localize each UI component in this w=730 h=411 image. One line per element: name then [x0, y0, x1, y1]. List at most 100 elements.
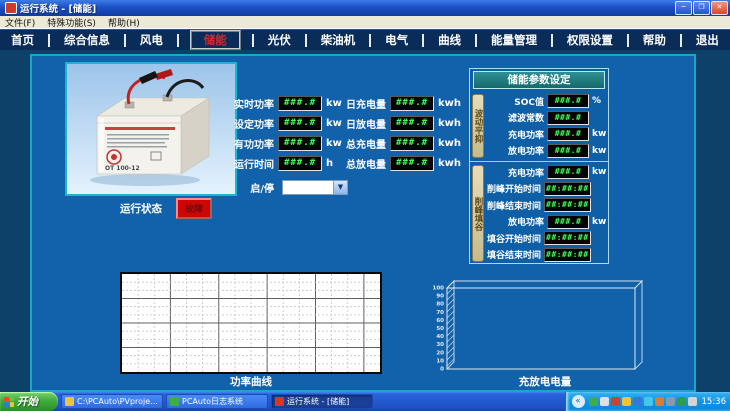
nav-item-storage[interactable]: 储能 [190, 30, 241, 50]
nav-item-pv[interactable]: 光伏 [265, 31, 294, 49]
tray-icon[interactable] [688, 397, 697, 406]
status-row: 运行状态 故障 [90, 198, 212, 219]
nav-separator [422, 34, 424, 47]
setting-charge-power-1[interactable]: ###.# [547, 127, 589, 141]
close-button[interactable]: ✕ [711, 1, 728, 15]
nav-separator [475, 34, 477, 47]
nav-item-curves[interactable]: 曲线 [435, 31, 464, 49]
tray-icon[interactable] [600, 397, 609, 406]
taskbar-task-log-system[interactable]: PCAuto日志系统 [166, 394, 268, 409]
menu-bar: 文件(F) 特殊功能(S) 帮助(H) [0, 16, 730, 29]
start-stop-combobox[interactable]: ▼ [282, 180, 348, 195]
metric-label: 实时功率 [200, 96, 274, 111]
status-lamp: 故障 [176, 198, 212, 219]
system-tray: « 15:36 [565, 392, 730, 411]
nav-item-electrical[interactable]: 电气 [382, 31, 411, 49]
metric-label: 有功功率 [200, 136, 274, 151]
metrics-energy-column: 日充电量 ###.# kwh 日放电量 ###.# kwh 总充电量 ###.#… [328, 96, 461, 171]
minimize-button[interactable]: ─ [675, 1, 692, 15]
metric-unit: kwh [438, 158, 461, 169]
setting-peak-end-time[interactable]: ##:##:## [544, 198, 591, 212]
display-daily-charge: ###.# [390, 96, 434, 111]
setting-soc[interactable]: ###.# [547, 94, 589, 108]
metric-row: 日充电量 ###.# kwh [328, 96, 461, 111]
svg-text:90: 90 [436, 294, 444, 300]
tray-icon[interactable] [622, 397, 631, 406]
setting-row: 放电功率 ###.# kw [487, 143, 606, 160]
tray-icon[interactable] [589, 397, 598, 406]
setting-unit: kw [592, 146, 606, 156]
desktop: 运行系统 - [储能] ─ ❐ ✕ 文件(F) 特殊功能(S) 帮助(H) 首页… [0, 0, 730, 411]
menu-file[interactable]: 文件(F) [5, 16, 35, 29]
folder-icon [65, 397, 74, 406]
tray-icon[interactable] [677, 397, 686, 406]
tray-icon[interactable] [655, 397, 664, 406]
setting-discharge-power-1[interactable]: ###.# [547, 144, 589, 158]
display-total-charge: ###.# [390, 136, 434, 151]
setting-label: SOC值 [487, 95, 544, 108]
nav-item-energy-mgmt[interactable]: 能量管理 [488, 31, 540, 49]
nav-item-overview[interactable]: 综合信息 [61, 31, 113, 49]
svg-text:50: 50 [436, 326, 444, 332]
taskbar-clock[interactable]: 15:36 [702, 397, 727, 407]
setting-discharge-power-2[interactable]: ###.# [547, 215, 589, 229]
nav-item-home[interactable]: 首页 [8, 31, 37, 49]
setting-label: 放电功率 [487, 215, 544, 228]
nav-separator [305, 34, 307, 47]
nav-item-wind[interactable]: 风电 [137, 31, 166, 49]
tray-icon[interactable] [666, 397, 675, 406]
tray-collapse-icon[interactable]: « [572, 395, 585, 408]
nav-separator [627, 34, 629, 47]
menu-special-functions[interactable]: 特殊功能(S) [47, 16, 96, 29]
nav-separator [369, 34, 371, 47]
svg-text:60: 60 [436, 318, 444, 324]
setting-unit: kw [592, 217, 606, 227]
metric-label: 日充电量 [328, 96, 386, 111]
chevron-down-icon[interactable]: ▼ [333, 181, 347, 194]
nav-item-exit[interactable]: 退出 [693, 31, 722, 49]
display-run-time: ###.# [278, 156, 322, 171]
nav-item-permissions[interactable]: 权限设置 [564, 31, 616, 49]
start-button[interactable]: 开始 [0, 392, 58, 411]
metric-label: 日放电量 [328, 116, 386, 131]
metric-row: 设定功率 ###.# kw [200, 116, 342, 131]
energy-bar-chart: 100 90 80 70 60 50 40 30 20 10 0 [430, 278, 660, 373]
storage-settings-panel: 储能参数设定 波动平抑 SOC值 ###.# % 滤波常数 ###.# 充电功率 [469, 68, 609, 264]
log-app-icon [170, 397, 179, 406]
nav-separator [124, 34, 126, 47]
metric-label: 运行时间 [200, 156, 274, 171]
tray-icon[interactable] [633, 397, 642, 406]
nav-separator [177, 34, 179, 47]
setting-filter-constant[interactable]: ###.# [547, 111, 589, 125]
taskbar-task-runtime-system[interactable]: 运行系统 - [储能] [271, 394, 373, 409]
display-realtime-power: ###.# [278, 96, 322, 111]
setting-label: 滤波常数 [487, 111, 544, 124]
setting-valley-end-time[interactable]: ##:##:## [544, 248, 591, 262]
nav-item-diesel[interactable]: 柴油机 [318, 31, 359, 49]
window-titlebar: 运行系统 - [储能] ─ ❐ ✕ [0, 0, 730, 16]
menu-help[interactable]: 帮助(H) [108, 16, 140, 29]
tray-icon[interactable] [611, 397, 620, 406]
nav-separator [680, 34, 682, 47]
axis-wall-hatching [447, 287, 454, 366]
taskbar-task-folder[interactable]: C:\PCAuto\PVproje... [61, 394, 163, 409]
windows-logo-icon [4, 397, 14, 407]
svg-text:40: 40 [436, 334, 444, 340]
battery-model-text: OT 100-12 [105, 165, 140, 172]
tray-icon[interactable] [644, 397, 653, 406]
metric-label: 设定功率 [200, 116, 274, 131]
setting-label: 填谷开始时间 [487, 232, 541, 245]
nav-item-help[interactable]: 帮助 [640, 31, 669, 49]
restore-button[interactable]: ❐ [693, 1, 710, 15]
setting-peak-start-time[interactable]: ##:##:## [544, 182, 591, 196]
svg-text:70: 70 [436, 310, 444, 316]
setting-row: 削峰结束时间 ##:##:## [487, 197, 606, 214]
svg-text:20: 20 [436, 350, 444, 356]
setting-charge-power-2[interactable]: ###.# [547, 165, 589, 179]
power-curve-chart [120, 272, 382, 374]
setting-valley-start-time[interactable]: ##:##:## [544, 231, 591, 245]
storage-page-panel: OT 100-12 运行状态 故障 实时功率 ###.# [30, 54, 696, 392]
app-icon [5, 2, 17, 14]
content-area: OT 100-12 运行状态 故障 实时功率 ###.# [0, 50, 730, 392]
runtime-app-icon [275, 397, 284, 406]
